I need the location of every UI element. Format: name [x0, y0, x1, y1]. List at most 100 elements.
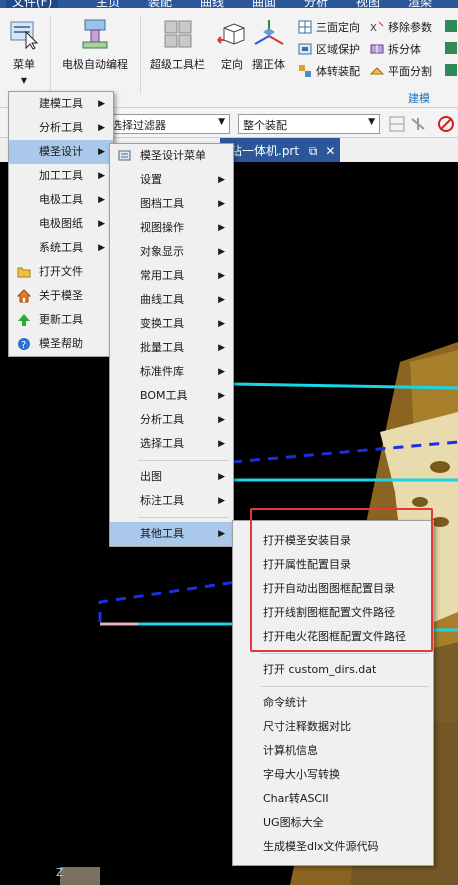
- menu-item-batch-tools[interactable]: 批量工具 ▶: [110, 336, 233, 360]
- region-protect-button[interactable]: 区域保护: [298, 40, 360, 58]
- menu-item-label: 打开文件: [39, 265, 83, 278]
- menu-item-modeling-tools[interactable]: 建模工具 ▶: [9, 92, 113, 116]
- menu-item-label: 加工工具: [39, 169, 83, 182]
- menu-item-label: 系统工具: [39, 241, 83, 254]
- menu-item-electrode-tools[interactable]: 电极工具 ▶: [9, 188, 113, 212]
- menu-surface[interactable]: 曲面: [252, 0, 276, 8]
- menu-item-open-edm-frame-path[interactable]: 打开电火花图框配置文件路径: [233, 625, 433, 649]
- no-entry-icon[interactable]: [438, 116, 454, 132]
- body-assembly-label: 体转装配: [316, 65, 360, 78]
- menu-render[interactable]: 渲染: [408, 0, 432, 8]
- menu-item-bom-tools[interactable]: BOM工具 ▶: [110, 384, 233, 408]
- menu-item-help[interactable]: ? 模圣帮助: [9, 332, 113, 356]
- menu-item-label: 分析工具: [39, 121, 83, 134]
- axes-icon: [254, 20, 283, 45]
- menu-separator: [261, 686, 429, 687]
- menu-button-label: 菜单: [13, 58, 35, 71]
- selection-filter-value: 选择过滤器: [111, 119, 166, 132]
- menu-item-about[interactable]: 关于模圣: [9, 284, 113, 308]
- menu-item-curve-tools[interactable]: 曲线工具 ▶: [110, 288, 233, 312]
- ribbon-separator: [50, 16, 51, 94]
- body-assembly-button[interactable]: 体转装配: [298, 62, 360, 80]
- menu-item-drawing-tools[interactable]: 图档工具 ▶: [110, 192, 233, 216]
- menu-item-design-menu[interactable]: 模圣设计菜单: [110, 144, 233, 168]
- menu-item-analysis-tools[interactable]: 分析工具 ▶: [9, 116, 113, 140]
- menu-view[interactable]: 视图: [356, 0, 380, 8]
- menu-item-other-tools[interactable]: 其他工具 ▶: [110, 522, 233, 546]
- menu-item-generate-dlx-source[interactable]: 生成模圣dlx文件源代码: [233, 835, 433, 859]
- menu-item-open-attr-config-dir[interactable]: 打开属性配置目录: [233, 553, 433, 577]
- menu-analysis[interactable]: 分析: [304, 0, 328, 8]
- plane-split-button[interactable]: 平面分割: [370, 62, 432, 80]
- super-toolbar-label: 超级工具栏: [150, 58, 205, 71]
- close-icon[interactable]: ✕: [325, 144, 335, 158]
- menu-item-common-tools[interactable]: 常用工具 ▶: [110, 264, 233, 288]
- menu-item-mold-design[interactable]: 模圣设计 ▶: [9, 140, 113, 164]
- menu-item-open-file[interactable]: 打开文件: [9, 260, 113, 284]
- menu-item-label: 批量工具: [140, 341, 184, 354]
- menu-home[interactable]: 主页: [96, 0, 120, 8]
- menu-dropdown-icon: ▼: [20, 76, 28, 85]
- menu-assembly[interactable]: 装配: [148, 0, 172, 8]
- menu-item-system-tools[interactable]: 系统工具 ▶: [9, 236, 113, 260]
- menu-item-update-tools[interactable]: 更新工具: [9, 308, 113, 332]
- locate-button[interactable]: 定向: [216, 18, 248, 72]
- menu-item-label: 打开线割图框配置文件路径: [263, 606, 395, 619]
- chevron-right-icon: ▶: [218, 319, 225, 329]
- chevron-right-icon: ▶: [98, 243, 105, 253]
- menu-item-open-wirecut-frame-path[interactable]: 打开线割图框配置文件路径: [233, 601, 433, 625]
- snap-toggle-icon[interactable]: [411, 118, 425, 130]
- corner-part: [60, 867, 100, 885]
- link-icon: ⧉: [308, 144, 318, 158]
- menu-curve[interactable]: 曲线: [200, 0, 224, 8]
- mold-hole: [412, 497, 428, 507]
- menu-item-object-display[interactable]: 对象显示 ▶: [110, 240, 233, 264]
- snap-icon[interactable]: [389, 116, 405, 132]
- menu-item-label: 其他工具: [140, 527, 184, 540]
- menu-item-standard-parts[interactable]: 标准件库 ▶: [110, 360, 233, 384]
- menu-item-view-ops[interactable]: 视图操作 ▶: [110, 216, 233, 240]
- chevron-right-icon: ▶: [218, 367, 225, 377]
- menu-item-ug-icons[interactable]: UG图标大全: [233, 811, 433, 835]
- menu-item-analysis-tools-2[interactable]: 分析工具 ▶: [110, 408, 233, 432]
- menu-bottom-padding: [233, 859, 433, 865]
- chevron-right-icon: ▶: [98, 147, 105, 157]
- assembly-scope-value: 整个装配: [243, 119, 287, 132]
- menu-item-open-custom-dirs[interactable]: 打开 custom_dirs.dat: [233, 658, 433, 682]
- menu-item-command-stats[interactable]: 命令统计: [233, 691, 433, 715]
- menu-item-select-tools[interactable]: 选择工具 ▶: [110, 432, 233, 456]
- chevron-right-icon: ▶: [98, 99, 105, 109]
- menu-item-label: BOM工具: [140, 389, 188, 402]
- menu-item-transform-tools[interactable]: 变换工具 ▶: [110, 312, 233, 336]
- split-body-button[interactable]: 拆分体: [370, 40, 421, 58]
- assembly-scope-dropdown[interactable]: 整个装配 ▼: [238, 114, 380, 134]
- chevron-down-icon: ▼: [368, 117, 375, 127]
- three-face-orient-button[interactable]: 三面定向: [298, 18, 360, 36]
- menu-cursor-icon: [10, 21, 39, 50]
- electrode-icon: [82, 19, 108, 49]
- menu-item-electrode-drawings[interactable]: 电极图纸 ▶: [9, 212, 113, 236]
- file-tab[interactable]: 钻一体机.prt ⧉ ✕: [220, 138, 340, 162]
- menu-item-computer-info[interactable]: 计算机信息: [233, 739, 433, 763]
- plane-split-label: 平面分割: [388, 65, 432, 78]
- menu-item-case-convert[interactable]: 字母大小写转换: [233, 763, 433, 787]
- menu-file[interactable]: 文件(F): [6, 0, 59, 8]
- menu-item-label: 常用工具: [140, 269, 184, 282]
- menu-item-drawing-out[interactable]: 出图 ▶: [110, 465, 233, 489]
- super-toolbar-button[interactable]: 超级工具栏: [150, 18, 205, 72]
- menu-item-open-auto-drawing-frame-dir[interactable]: 打开自动出图图框配置目录: [233, 577, 433, 601]
- place-upright-button[interactable]: 摆正体: [252, 18, 285, 72]
- menu-item-annotation-tools[interactable]: 标注工具 ▶: [110, 489, 233, 513]
- menu-item-label: 关于模圣: [39, 289, 83, 302]
- electrode-programming-button[interactable]: 电极自动编程: [62, 18, 128, 72]
- menu-item-dimension-compare[interactable]: 尺寸注释数据对比: [233, 715, 433, 739]
- menu-item-open-install-dir[interactable]: 打开模圣安装目录: [233, 529, 433, 553]
- menu-item-char-to-ascii[interactable]: Char转ASCII: [233, 787, 433, 811]
- menu-button[interactable]: 菜单 ▼: [8, 18, 40, 85]
- menu-item-label: 变换工具: [140, 317, 184, 330]
- menu-item-machining-tools[interactable]: 加工工具 ▶: [9, 164, 113, 188]
- selection-filter-dropdown[interactable]: 选择过滤器 ▼: [106, 114, 230, 134]
- remove-params-button[interactable]: X 移除参数: [370, 18, 432, 36]
- menu-item-settings[interactable]: 设置 ▶: [110, 168, 233, 192]
- chevron-right-icon: ▶: [98, 123, 105, 133]
